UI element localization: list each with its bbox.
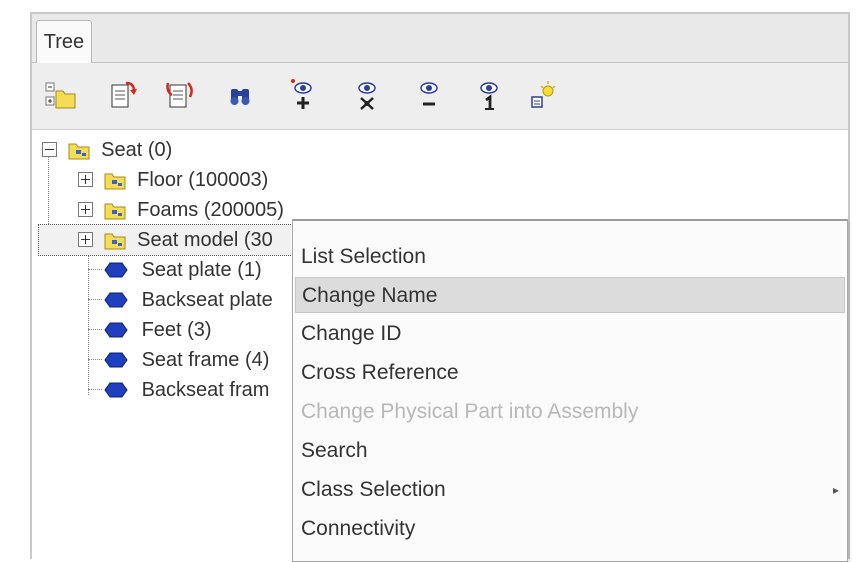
menu-item-class-selection[interactable]: Class Selection ▸ [295, 472, 845, 508]
tree-item-label: Foams (200005) [137, 198, 284, 221]
assembly-folder-icon [104, 170, 126, 190]
show-one-icon[interactable] [472, 79, 506, 113]
part-icon [104, 382, 128, 398]
hide-icon[interactable] [412, 79, 446, 113]
expand-icon[interactable] [78, 202, 93, 218]
part-icon [104, 322, 128, 338]
part-icon [104, 352, 128, 368]
menu-item-change-physical-part-into-assembly: Change Physical Part into Assembly [301, 400, 639, 423]
expand-collapse-tree-icon[interactable] [44, 79, 78, 113]
context-menu: List Selection Change Name Change ID Cro… [292, 219, 848, 562]
expand-icon[interactable] [78, 172, 93, 188]
menu-item-search[interactable]: Search [295, 433, 845, 469]
menu-item-list-selection[interactable]: List Selection [295, 239, 845, 275]
tree-item-label: Backseat fram [141, 378, 270, 401]
tree-item-floor[interactable]: Floor (100003) [78, 164, 268, 194]
tree-item-label: Feet (3) [141, 318, 212, 341]
tree-connector [88, 250, 89, 395]
menu-item-change-id[interactable]: Change ID [295, 316, 845, 352]
tree-item-seat[interactable]: Seat (0) [42, 134, 172, 164]
tree-item-seat-plate[interactable]: Seat plate (1) [104, 254, 262, 284]
lightbulb-settings-icon[interactable] [524, 79, 558, 113]
tree-connector [88, 359, 102, 360]
tree-item-foams[interactable]: Foams (200005) [78, 194, 284, 224]
menu-item-cross-reference[interactable]: Cross Reference [295, 355, 845, 391]
collapse-icon[interactable] [42, 142, 57, 158]
tree-item-label: Seat model (30 [137, 228, 273, 251]
tab-strip: Tree [32, 14, 848, 63]
tree-item-feet[interactable]: Feet (3) [104, 314, 212, 344]
tree-item-label: Seat (0) [101, 138, 173, 161]
tree-item-label: Floor (100003) [137, 168, 269, 191]
tree-connector [88, 269, 102, 270]
tree-item-seat-model[interactable]: Seat model (30 [78, 224, 273, 254]
part-icon [104, 292, 128, 308]
show-only-icon[interactable] [350, 79, 384, 113]
toolbar [32, 63, 848, 130]
tree-item-label: Seat plate (1) [141, 258, 262, 281]
tree-connector [48, 156, 49, 234]
menu-item-change-name[interactable]: Change Name [295, 277, 845, 313]
assembly-folder-icon [104, 200, 126, 220]
tree-item-seat-frame[interactable]: Seat frame (4) [104, 344, 269, 374]
tree-connector [88, 389, 102, 390]
tree-item-backseat-plate[interactable]: Backseat plate [104, 284, 273, 314]
menu-item-label: Class Selection [301, 478, 446, 501]
copy-properties-icon[interactable] [106, 79, 140, 113]
tree-item-backseat-frame[interactable]: Backseat fram [104, 374, 269, 404]
tree-item-label: Seat frame (4) [141, 348, 270, 371]
tab-tree[interactable]: Tree [36, 20, 92, 63]
show-add-icon[interactable] [286, 79, 320, 113]
tree-connector [88, 299, 102, 300]
expand-icon[interactable] [78, 232, 93, 248]
submenu-arrow-icon: ▸ [832, 483, 839, 497]
assembly-folder-icon [104, 230, 126, 250]
part-icon [104, 262, 128, 278]
tree-item-label: Backseat plate [141, 288, 273, 311]
paste-properties-icon[interactable] [162, 79, 196, 113]
tree-connector [88, 329, 102, 330]
menu-item-connectivity[interactable]: Connectivity [295, 511, 845, 547]
find-binoculars-icon[interactable] [224, 79, 258, 113]
assembly-folder-icon [68, 140, 90, 160]
